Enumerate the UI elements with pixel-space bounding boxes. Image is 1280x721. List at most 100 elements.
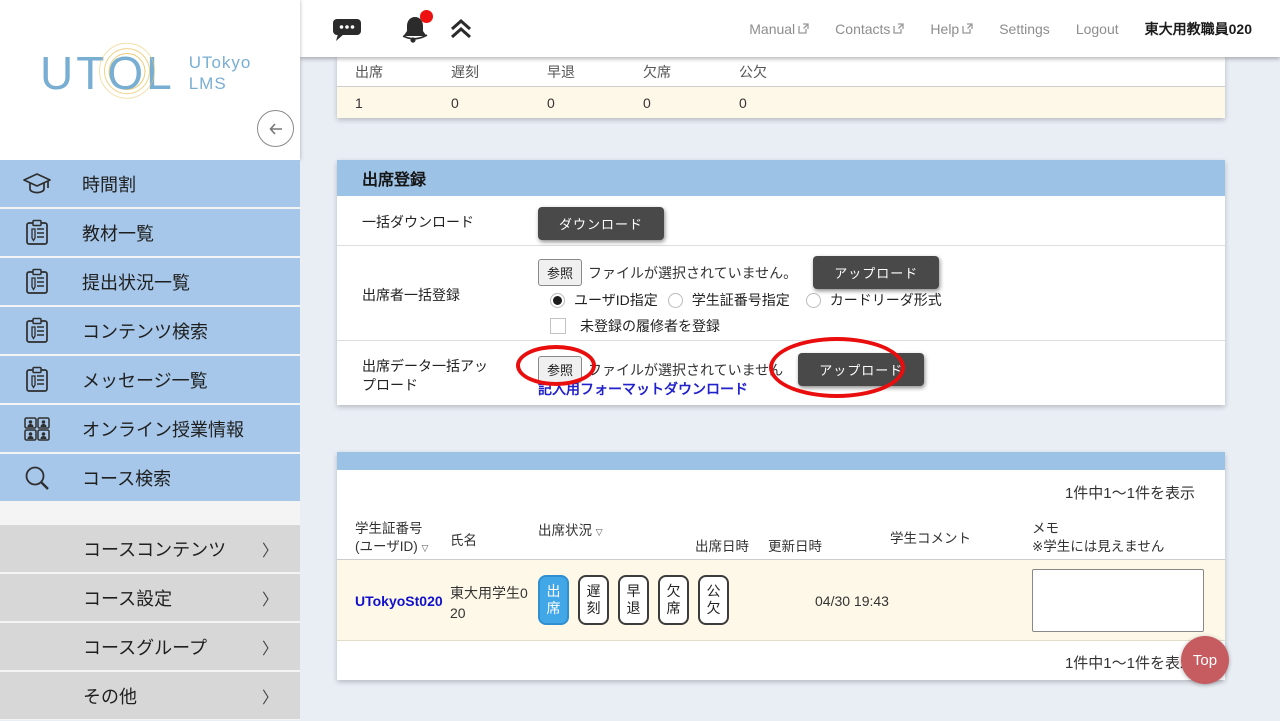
student-attendance-table: 1件中1〜1件を表示 学生証番号(ユーザID) ▽ 氏名 出席状況 ▽ 出席日時… (337, 452, 1225, 680)
online-class-icon (20, 416, 54, 442)
checkbox-icon (550, 318, 566, 334)
summary-header: 公欠 (721, 62, 817, 82)
attendance-register-panel: 出席登録 一括ダウンロード ダウンロード 出席者一括登録 参照 ファイルが選択さ… (337, 160, 1225, 405)
sidebar-item-course-group[interactable]: コースグループ 〉 (0, 623, 300, 670)
collapse-topbar-icon[interactable] (448, 17, 474, 41)
attendance-data-upload-row: 出席データ一括アップロード 参照 ファイルが選択されていません アップロード 記… (337, 341, 1225, 404)
contacts-link[interactable]: Contacts (835, 21, 904, 37)
sidebar-item-label: 教材一覧 (82, 220, 154, 246)
no-file-text: ファイルが選択されていません (588, 360, 783, 380)
sidebar-item-course-settings[interactable]: コース設定 〉 (0, 574, 300, 621)
settings-link[interactable]: Settings (999, 21, 1050, 37)
sidebar-item-submissions[interactable]: 提出状況一覧 (0, 258, 300, 305)
messages-icon[interactable] (332, 16, 362, 42)
scroll-to-top-button[interactable]: Top (1181, 636, 1229, 684)
summary-value: 0 (625, 95, 721, 111)
result-count-text: 1件中1〜1件を表示 (1065, 652, 1195, 673)
sidebar-item-label: コース設定 (83, 585, 172, 611)
sidebar-collapse-button[interactable] (257, 110, 294, 147)
download-button[interactable]: ダウンロード (538, 207, 664, 240)
sidebar-item-others[interactable]: その他 〉 (0, 672, 300, 719)
summary-value: 0 (721, 95, 817, 111)
upload-button[interactable]: アップロード (813, 256, 939, 289)
format-download-link[interactable]: 記入用フォーマットダウンロード (538, 379, 748, 399)
sidebar-item-messages[interactable]: メッセージ一覧 (0, 356, 300, 403)
radio-unselected-icon (806, 293, 821, 308)
sidebar-item-materials[interactable]: 教材一覧 (0, 209, 300, 256)
attendee-bulk-label: 出席者一括登録 (362, 286, 512, 305)
status-button-group: 出席 遅刻 早退 欠席 公欠 (538, 575, 729, 625)
id-type-radio-group: ユーザID指定 学生証番号指定 カードリーダ形式 (550, 290, 942, 310)
clipboard-icon (20, 366, 54, 394)
column-student-id[interactable]: 学生証番号(ユーザID) ▽ (355, 520, 428, 556)
sidebar-item-content-search[interactable]: コンテンツ検索 (0, 307, 300, 354)
clipboard-icon (20, 317, 54, 345)
chevron-right-icon: 〉 (262, 586, 278, 610)
radio-selected-icon (550, 293, 565, 308)
attendance-summary-table: 出席 遅刻 早退 欠席 公欠 1 0 0 0 0 (337, 57, 1225, 118)
memo-textarea[interactable] (1032, 569, 1204, 632)
status-button-present[interactable]: 出席 (538, 575, 569, 625)
register-unenrolled-checkbox[interactable]: 未登録の履修者を登録 (550, 316, 720, 336)
browse-button[interactable]: 参照 (538, 259, 582, 286)
update-time-value: 04/30 19:43 (815, 593, 889, 609)
sidebar-item-course-search[interactable]: コース検索 (0, 454, 300, 501)
column-memo: メモ※学生には見えません (1032, 520, 1164, 556)
sidebar-nav: 時間割 教材一覧 提出状況一覧 コンテンツ検索 メッセージ一覧 (0, 160, 300, 721)
sidebar-item-label: コース検索 (82, 465, 171, 491)
chevron-right-icon: 〉 (262, 635, 278, 659)
summary-value: 0 (529, 95, 625, 111)
radio-user-id[interactable]: ユーザID指定 (550, 290, 658, 310)
summary-value: 0 (433, 95, 529, 111)
status-button-late[interactable]: 遅刻 (578, 575, 609, 625)
sidebar-item-label: コースグループ (83, 634, 207, 660)
utol-logo[interactable]: UTOL UTokyo LMS (40, 50, 251, 96)
table-header-row: 学生証番号(ユーザID) ▽ 氏名 出席状況 ▽ 出席日時 更新日時 学生コメン… (337, 510, 1225, 560)
upload-button[interactable]: アップロード (798, 353, 924, 386)
radio-card-reader[interactable]: カードリーダ形式 (806, 290, 942, 310)
summary-value: 1 (337, 95, 433, 111)
chevron-right-icon: 〉 (262, 537, 278, 561)
sidebar-item-label: コースコンテンツ (83, 536, 226, 562)
panel-title: 出席登録 (362, 166, 426, 190)
current-user-name: 東大用教職員020 (1145, 19, 1252, 39)
result-count-text: 1件中1〜1件を表示 (1065, 482, 1195, 503)
column-update-time: 更新日時 (768, 538, 822, 556)
summary-value-row: 1 0 0 0 0 (337, 87, 1225, 118)
search-icon (20, 464, 54, 492)
panel-header: 出席登録 (337, 160, 1225, 196)
table-row: UTokyoSt020 東大用学生020 出席 遅刻 早退 欠席 公欠 04/3… (337, 560, 1225, 641)
sidebar-item-online-class[interactable]: オンライン授業情報 (0, 405, 300, 452)
sidebar-item-timetable[interactable]: 時間割 (0, 160, 300, 207)
status-button-early-leave[interactable]: 早退 (618, 575, 649, 625)
bulk-download-label: 一括ダウンロード (362, 213, 512, 232)
external-link-icon (962, 23, 973, 34)
logo-subtitle: UTokyo LMS (189, 52, 252, 95)
sidebar-item-course-contents[interactable]: コースコンテンツ 〉 (0, 525, 300, 572)
sort-icon: ▽ (596, 527, 603, 537)
student-id-link[interactable]: UTokyoSt020 (355, 593, 443, 609)
radio-student-card-number[interactable]: 学生証番号指定 (668, 290, 790, 310)
sort-icon: ▽ (422, 543, 429, 553)
notifications-bell-icon[interactable] (400, 14, 430, 44)
summary-header-row: 出席 遅刻 早退 欠席 公欠 (337, 57, 1225, 87)
table-footer-row: 1件中1〜1件を表示 (337, 641, 1225, 680)
logo-o-with-rings: O (107, 50, 146, 96)
radio-unselected-icon (668, 293, 683, 308)
topbar-links: Manual Contacts Help Settings Logout 東大用… (749, 19, 1280, 39)
table-header-bar (337, 452, 1225, 470)
help-link[interactable]: Help (930, 21, 973, 37)
status-button-absent[interactable]: 欠席 (658, 575, 689, 625)
status-button-excused[interactable]: 公欠 (698, 575, 729, 625)
external-link-icon (798, 23, 809, 34)
manual-link[interactable]: Manual (749, 21, 809, 37)
bulk-download-row: 一括ダウンロード ダウンロード (337, 196, 1225, 246)
arrow-left-icon (266, 119, 286, 139)
column-status[interactable]: 出席状況 ▽ (538, 522, 603, 540)
utol-wordmark: UTOL (40, 50, 175, 96)
summary-header: 出席 (337, 62, 433, 82)
sidebar-item-label: 提出状況一覧 (82, 269, 190, 295)
logout-link[interactable]: Logout (1076, 21, 1119, 37)
topbar: Manual Contacts Help Settings Logout 東大用… (300, 0, 1280, 57)
external-link-icon (893, 23, 904, 34)
